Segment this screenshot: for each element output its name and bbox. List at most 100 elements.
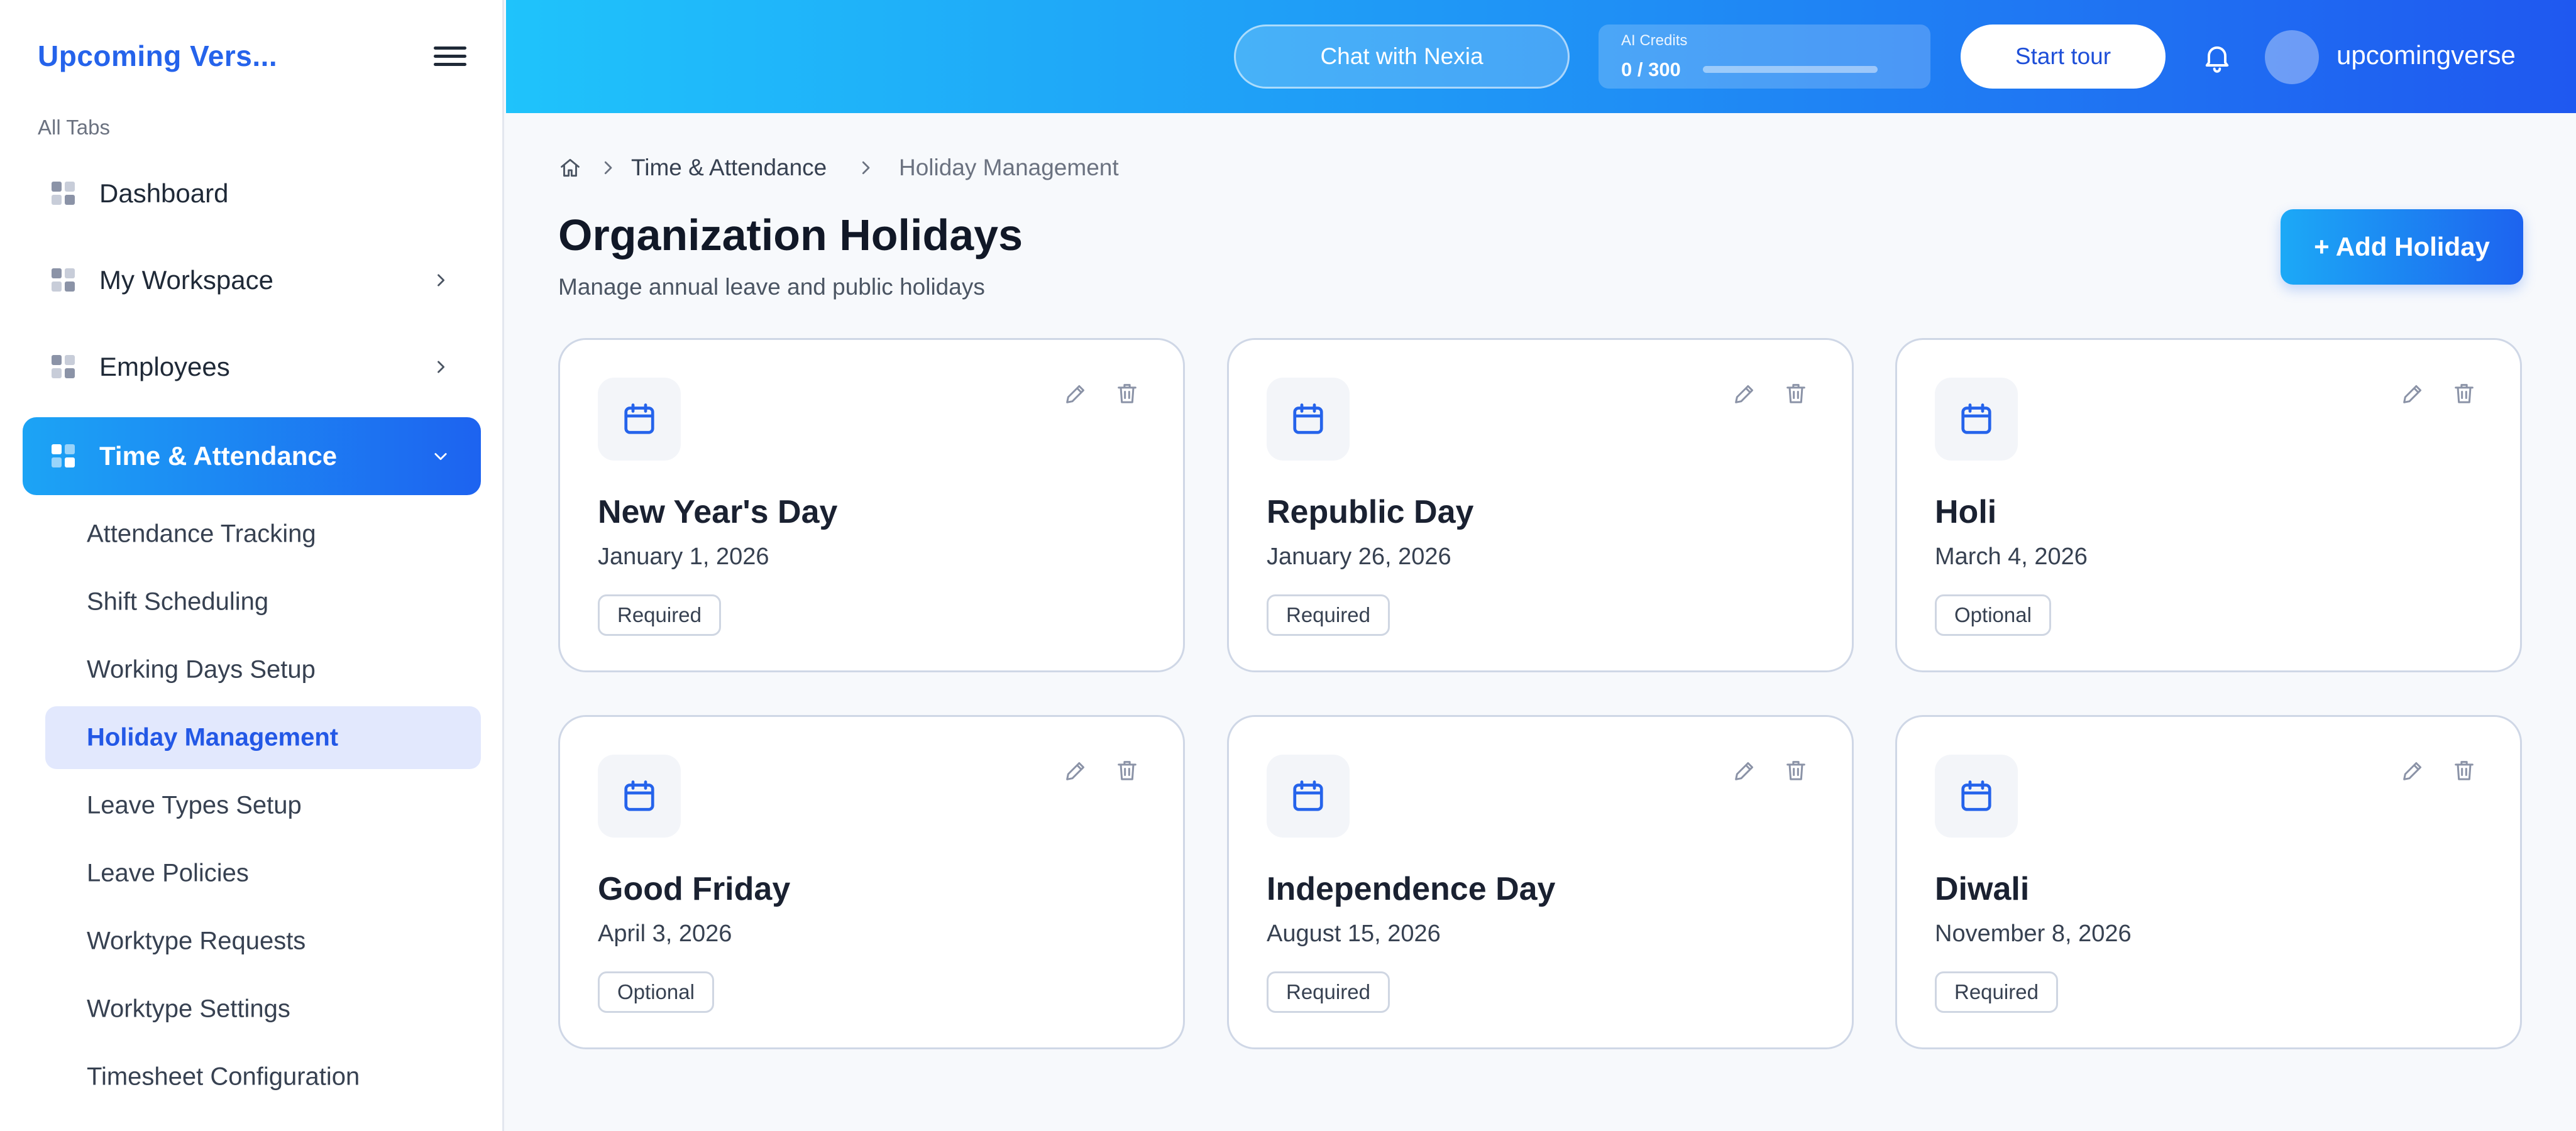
holiday-card: Diwali November 8, 2026 Required (1895, 715, 2522, 1049)
holiday-date: March 4, 2026 (1935, 544, 2088, 570)
sidebar-subitem-worktype-settings[interactable]: Worktype Settings (45, 978, 481, 1041)
sidebar-subitem-label: Leave Policies (87, 859, 249, 887)
sidebar-subitem-label: Timesheet Configuration (87, 1063, 360, 1091)
holiday-icon-box (598, 755, 681, 838)
ai-credits-widget: AI Credits 0 / 300 (1599, 25, 1930, 89)
grid-icon (52, 182, 75, 205)
chevron-right-icon[interactable] (432, 358, 449, 376)
holiday-icon-box (1935, 378, 2018, 461)
holiday-date: April 3, 2026 (598, 921, 732, 947)
page-subtitle: Manage annual leave and public holidays (558, 274, 985, 300)
holiday-icon-box (1267, 755, 1350, 838)
holiday-name: Holi (1935, 494, 1997, 530)
sidebar-subitem-label: Working Days Setup (87, 655, 316, 684)
grid-icon (52, 444, 75, 468)
holiday-card: Independence Day August 15, 2026 Require… (1227, 715, 1854, 1049)
pencil-icon[interactable] (2400, 758, 2425, 784)
avatar[interactable] (2265, 30, 2319, 84)
trash-icon[interactable] (1115, 757, 1140, 784)
holiday-date: January 1, 2026 (598, 544, 769, 570)
holiday-name: Republic Day (1267, 494, 1474, 530)
pencil-icon[interactable] (1732, 381, 1757, 407)
sidebar-subitem-holiday-management[interactable]: Holiday Management (45, 706, 481, 769)
trash-icon[interactable] (1115, 380, 1140, 407)
sidebar-subitem-label: Worktype Requests (87, 927, 306, 955)
grid-icon (52, 268, 75, 292)
pencil-icon[interactable] (2400, 381, 2425, 407)
ai-credits-label: AI Credits (1621, 32, 1688, 49)
chevron-right-icon[interactable] (432, 271, 449, 289)
holiday-name: Diwali (1935, 871, 2030, 907)
sidebar-subitem-label: Shift Scheduling (87, 587, 269, 616)
sidebar-header: Upcoming Vers... (0, 0, 504, 113)
sidebar-item-dashboard[interactable]: Dashboard (23, 155, 481, 232)
sidebar-subitem-shift-scheduling[interactable]: Shift Scheduling (45, 571, 481, 633)
section-label: All Tabs (38, 116, 110, 139)
chevron-right-icon (862, 161, 870, 175)
brand-name[interactable]: Upcoming Vers... (38, 39, 277, 73)
sidebar-item-my-workspace[interactable]: My Workspace (23, 241, 481, 319)
holiday-name: Independence Day (1267, 871, 1556, 907)
trash-icon[interactable] (1783, 380, 1808, 407)
holiday-card: New Year's Day January 1, 2026 Required (558, 338, 1185, 672)
home-icon[interactable] (558, 156, 582, 180)
pencil-icon[interactable] (1732, 758, 1757, 784)
holiday-card: Good Friday April 3, 2026 Optional (558, 715, 1185, 1049)
sidebar-subitem-label: Attendance Tracking (87, 520, 316, 548)
calendar-icon (624, 403, 654, 434)
page-title: Organization Holidays (558, 210, 1023, 260)
calendar-icon (1961, 403, 1991, 434)
holiday-type-badge: Required (1935, 971, 2058, 1013)
holiday-date: August 15, 2026 (1267, 921, 1441, 947)
sidebar-item-label: My Workspace (99, 265, 273, 295)
chat-with-nexia-button[interactable]: Chat with Nexia (1234, 25, 1570, 89)
holiday-type-badge: Required (1267, 594, 1390, 636)
sidebar-item-label: Time & Attendance (99, 441, 338, 471)
calendar-icon (1293, 780, 1323, 811)
sidebar-item-employees[interactable]: Employees (23, 328, 481, 406)
ai-credits-value: 0 / 300 (1621, 58, 1681, 80)
sidebar-item-time-attendance[interactable]: Time & Attendance (23, 417, 481, 495)
holiday-date: November 8, 2026 (1935, 921, 2132, 947)
username[interactable]: upcomingverse (2337, 40, 2516, 70)
sidebar-subitem-timesheet-configuration[interactable]: Timesheet Configuration (45, 1046, 481, 1108)
bell-icon[interactable] (2201, 40, 2233, 75)
holiday-name: New Year's Day (598, 494, 838, 530)
trash-icon[interactable] (2452, 380, 2477, 407)
pencil-icon[interactable] (1063, 758, 1088, 784)
start-tour-button[interactable]: Start tour (1961, 25, 2166, 89)
breadcrumb-link-time-attendance[interactable]: Time & Attendance (631, 155, 827, 181)
chevron-down-icon[interactable] (432, 447, 449, 465)
sidebar-item-label: Dashboard (99, 178, 229, 208)
holiday-card: Republic Day January 26, 2026 Required (1227, 338, 1854, 672)
holiday-type-badge: Required (598, 594, 721, 636)
holiday-date: January 26, 2026 (1267, 544, 1451, 570)
chevron-right-icon (604, 161, 612, 175)
sidebar-subitem-leave-policies[interactable]: Leave Policies (45, 842, 481, 905)
top-bar: Chat with Nexia AI Credits 0 / 300 Start… (506, 0, 2576, 113)
sidebar-subitem-working-days-setup[interactable]: Working Days Setup (45, 638, 481, 701)
pencil-icon[interactable] (1063, 381, 1088, 407)
sidebar: Upcoming Vers... All Tabs Dashboard My W… (0, 0, 504, 1131)
sidebar-item-label: Employees (99, 352, 230, 381)
trash-icon[interactable] (2452, 757, 2477, 784)
holiday-type-badge: Optional (1935, 594, 2051, 636)
hamburger-icon[interactable] (434, 44, 466, 69)
calendar-icon (624, 780, 654, 811)
ai-credits-progress (1703, 66, 1878, 73)
holiday-icon-box (1935, 755, 2018, 838)
sidebar-subitem-label: Leave Types Setup (87, 791, 302, 819)
holiday-card: Holi March 4, 2026 Optional (1895, 338, 2522, 672)
calendar-icon (1961, 780, 1991, 811)
holiday-type-badge: Optional (598, 971, 714, 1013)
trash-icon[interactable] (1783, 757, 1808, 784)
sidebar-subitem-leave-types-setup[interactable]: Leave Types Setup (45, 774, 481, 837)
holiday-type-badge: Required (1267, 971, 1390, 1013)
sidebar-subitem-attendance-tracking[interactable]: Attendance Tracking (45, 503, 481, 566)
add-holiday-button[interactable]: + Add Holiday (2281, 209, 2523, 285)
sidebar-subitem-label: Worktype Settings (87, 995, 290, 1023)
sidebar-subitem-worktype-requests[interactable]: Worktype Requests (45, 910, 481, 973)
holiday-name: Good Friday (598, 871, 791, 907)
holiday-icon-box (1267, 378, 1350, 461)
calendar-icon (1293, 403, 1323, 434)
